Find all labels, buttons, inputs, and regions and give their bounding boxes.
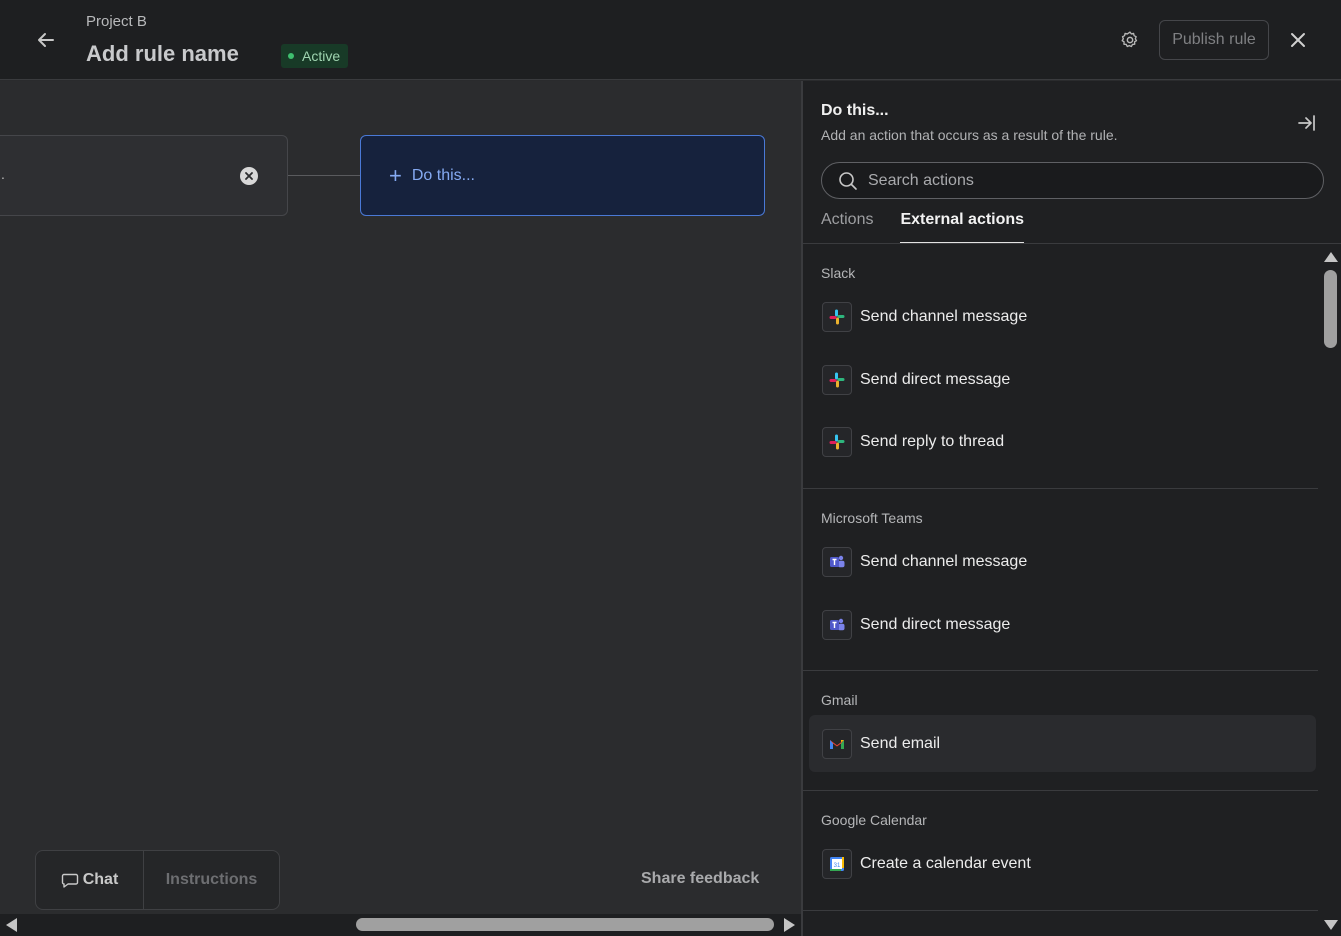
share-feedback-link[interactable]: Share feedback <box>641 870 759 888</box>
slack-icon <box>822 426 852 457</box>
trigger-label: . <box>1 166 5 182</box>
tab-actions[interactable]: Actions <box>821 209 873 244</box>
status-badge: Active <box>281 44 349 68</box>
group-title-slack: Slack <box>821 265 856 281</box>
slack-icon <box>822 364 852 395</box>
list-item[interactable]: Send channel message <box>809 288 1316 345</box>
publish-rule-button[interactable]: Publish rule <box>1159 20 1269 60</box>
teams-icon <box>822 609 852 640</box>
gmail-icon <box>822 728 852 759</box>
clear-trigger-button[interactable] <box>240 167 258 185</box>
close-icon <box>1291 33 1305 47</box>
teams-icon <box>822 546 852 577</box>
list-item[interactable]: Send reply to thread <box>809 413 1316 470</box>
group-title-gmail: Gmail <box>821 692 858 708</box>
list-item[interactable]: Send channel message <box>809 533 1316 590</box>
add-action-label: Do this... <box>411 166 475 184</box>
collapse-panel-button[interactable] <box>1295 111 1319 135</box>
group-title-microsoft-teams: Microsoft Teams <box>821 510 923 526</box>
status-dot-icon <box>288 53 294 59</box>
google-calendar-icon: 31 <box>822 848 852 879</box>
collapse-right-icon <box>1298 115 1315 131</box>
rule-canvas[interactable]: . + Do this... Chat Instructions Share f… <box>0 81 801 936</box>
action-label: Send direct message <box>860 370 1011 388</box>
panel-tabs: Actions External actions <box>821 209 1051 244</box>
group-divider <box>803 670 1318 671</box>
connector-line <box>288 175 360 176</box>
action-label: Send email <box>860 734 941 752</box>
svg-text:31: 31 <box>834 863 841 869</box>
header: Project B Add rule name Active Publish r… <box>0 0 1341 80</box>
scrollbar-thumb[interactable] <box>356 918 774 931</box>
action-label: Send direct message <box>860 615 1011 633</box>
scroll-left-arrow-icon[interactable] <box>6 918 17 932</box>
scroll-up-arrow-icon[interactable] <box>1324 252 1338 262</box>
search-input[interactable] <box>868 171 1288 190</box>
group-divider <box>803 790 1318 791</box>
plus-icon: + <box>389 162 402 188</box>
action-label: Create a calendar event <box>860 854 1031 872</box>
close-icon <box>245 172 253 180</box>
instructions-tab[interactable]: Instructions <box>144 871 279 889</box>
rule-name-title[interactable]: Add rule name <box>86 41 239 67</box>
arrow-left-icon <box>38 33 54 47</box>
back-button[interactable] <box>30 24 62 56</box>
group-divider <box>803 488 1318 489</box>
assistant-tabs: Chat Instructions <box>35 850 280 910</box>
tab-external-actions[interactable]: External actions <box>900 209 1025 244</box>
panel-subtitle: Add an action that occurs as a result of… <box>821 127 1118 143</box>
breadcrumb[interactable]: Project B <box>86 13 147 30</box>
scroll-right-arrow-icon[interactable] <box>784 918 795 932</box>
search-box <box>821 162 1324 199</box>
horizontal-scrollbar[interactable] <box>0 914 801 936</box>
chat-bubble-icon <box>61 873 78 888</box>
search-icon <box>839 171 857 190</box>
trigger-card[interactable]: . <box>0 135 288 216</box>
action-picker-panel: Do this... Add an action that occurs as … <box>801 81 1341 936</box>
scrollbar-thumb[interactable] <box>1324 270 1337 348</box>
list-item[interactable]: Send direct message <box>809 351 1316 408</box>
panel-title: Do this... <box>821 102 889 119</box>
external-actions-list: Slack Send channel message Send direct m… <box>803 244 1318 936</box>
chat-tab[interactable]: Chat <box>36 851 144 909</box>
chat-label: Chat <box>82 871 119 888</box>
group-title-google-calendar: Google Calendar <box>821 812 927 828</box>
list-item[interactable]: 31 Create a calendar event <box>809 835 1316 892</box>
slack-icon <box>822 301 852 332</box>
list-item[interactable]: Send email <box>809 715 1316 772</box>
list-item[interactable]: Send direct message <box>809 596 1316 653</box>
action-label: Send reply to thread <box>860 432 1005 450</box>
vertical-scrollbar[interactable] <box>1319 244 1341 936</box>
scroll-down-arrow-icon[interactable] <box>1324 920 1338 930</box>
group-divider <box>803 910 1318 911</box>
settings-button[interactable] <box>1114 24 1146 56</box>
add-action-card[interactable]: + Do this... <box>360 135 765 216</box>
status-label: Active <box>302 48 341 64</box>
action-label: Send channel message <box>860 307 1028 325</box>
action-label: Send channel message <box>860 552 1028 570</box>
gear-icon <box>1121 31 1138 48</box>
close-button[interactable] <box>1282 24 1314 56</box>
